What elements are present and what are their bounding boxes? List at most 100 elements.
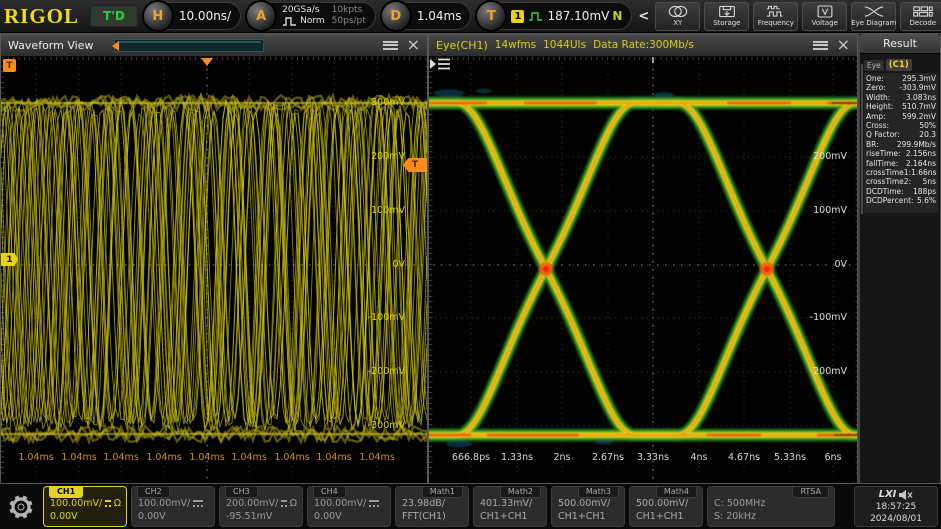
waveform-view-header: Waveform View × [1, 34, 427, 57]
storage-icon [718, 5, 735, 18]
channel-card-ch2[interactable]: CH2 100.00mV/ 0.00V [131, 486, 215, 527]
wave-x-label: 1.04ms [231, 452, 267, 463]
timebase-value: 10.00ns/ [178, 9, 232, 23]
eye-uis: 1044UIs [543, 39, 587, 51]
result-scrollbar[interactable] [861, 64, 863, 214]
result-list-icon[interactable] [429, 57, 451, 71]
system-status-box: LXI 18:57:25 2024/08/01 [854, 486, 938, 527]
math-card-math2[interactable]: Math2 401.33mV/ CH1+CH1 [473, 486, 547, 527]
acquire-knob[interactable]: A [247, 2, 276, 30]
menu-label: XY [673, 19, 683, 27]
trigger-time-marker[interactable]: T [3, 59, 16, 72]
acquire-group[interactable]: A 20GSa/s Norm 10kpts 50ps/pt [246, 2, 376, 30]
measurement-label: riseTime: [866, 149, 901, 159]
math-tab[interactable]: Math3 [577, 487, 619, 498]
result-tab-channel[interactable]: (C1) [885, 59, 912, 71]
wave-x-label: 1.04ms [359, 452, 395, 463]
measurement-value: 5.6% [916, 196, 936, 206]
menu-label: Storage [713, 19, 741, 27]
waveform-close-icon[interactable]: × [407, 37, 420, 53]
menu-voltage-button[interactable]: Voltage [802, 1, 848, 31]
math-expression: CH1+CH1 [636, 511, 684, 522]
delay-group[interactable]: D 1.04ms [380, 2, 472, 30]
channel-card-ch4[interactable]: CH4 100.00mV/ 0.00V [307, 486, 391, 527]
dc-coupling-icon [281, 500, 287, 507]
preview-left-marker-icon [107, 40, 120, 51]
waveform-preview-strip[interactable] [112, 38, 265, 52]
math-expression: CH1+CH1 [558, 511, 606, 522]
eye-menu-icon[interactable] [812, 40, 828, 50]
measurement-value: 295.3mV [902, 74, 936, 83]
settings-gear-button[interactable] [3, 486, 39, 527]
impedance-label: Ω [113, 498, 121, 509]
math-tab[interactable]: Math2 [499, 487, 541, 498]
menu-frequency-button[interactable]: Frequency [753, 1, 799, 31]
math-tab[interactable]: Math4 [655, 487, 697, 498]
measurement-value: 510.7mV [902, 102, 936, 112]
measurement-label: Amp: [866, 111, 886, 121]
math-scale: 500.00mV/ [558, 498, 611, 509]
eye-close-icon[interactable]: × [837, 37, 850, 53]
measurement-label: Width: [866, 92, 891, 102]
delay-knob[interactable]: D [381, 2, 410, 30]
waveform-view-title: Waveform View [8, 38, 94, 52]
channel-card-ch3[interactable]: CH3 200.00mV/ Ω -95.51mV [219, 486, 303, 527]
result-tab-eye[interactable]: Eye [864, 59, 884, 71]
eye-y-label: 200mV [813, 151, 847, 162]
menu-xy-button[interactable]: XY [655, 1, 701, 31]
result-tabs: Eye (C1) [864, 59, 938, 71]
lxi-label: LXI [878, 488, 897, 500]
menu-label: Voltage [811, 19, 838, 27]
waveform-menu-icon[interactable] [382, 40, 398, 50]
math-card-math4[interactable]: Math4 500.00mV/ CH1+CH1 [629, 486, 703, 527]
rtsa-tab[interactable]: RTSA [792, 487, 829, 498]
voltage-icon [817, 5, 833, 18]
wave-x-label: 1.04ms [103, 452, 139, 463]
wave-x-label: 1.04ms [61, 452, 97, 463]
trigger-status-badge: T'D [90, 5, 138, 27]
channel-tab[interactable]: CH3 [225, 487, 258, 498]
wave-y-label: 300mV [371, 97, 405, 108]
math-expression: FFT(CH1) [402, 511, 446, 522]
measurement-value: 599.2mV [902, 111, 936, 121]
menu-storage-button[interactable]: Storage [704, 1, 750, 31]
measurement-value: -303.9mV [899, 83, 936, 93]
measurement-label: Height: [866, 102, 894, 112]
horizontal-knob[interactable]: H [143, 2, 172, 30]
wave-x-label: 1.04ms [189, 452, 225, 463]
math-card-math1[interactable]: Math1 23.98dB/ FFT(CH1) [395, 486, 469, 527]
math-tab[interactable]: Math1 [421, 487, 463, 498]
eye-y-label: 0V [834, 259, 847, 270]
measurement-label: Zero: [866, 83, 886, 93]
measurement-row: BR: 299.9Mb/s [864, 140, 938, 149]
menu-scroll-left[interactable]: < [637, 9, 650, 24]
channel-scale: 100.00mV/ [138, 498, 191, 509]
measurement-label: fallTime: [866, 158, 899, 168]
trigger-level-value: 187.10mV [547, 9, 610, 23]
measurement-row: riseTime: 2.156ns [864, 149, 938, 158]
channel-cards: CH1 100.00mV/ Ω 0.00V CH2 100.00mV/ 0.00… [43, 486, 391, 527]
channel-tab[interactable]: CH4 [313, 487, 346, 498]
eye-x-label: 3.33ns [636, 452, 670, 463]
measurement-label: BR: [866, 139, 879, 149]
menu-decode-button[interactable]: Decode [900, 1, 941, 31]
wave-y-label: 100mV [371, 205, 405, 216]
dc-coupling-icon [193, 500, 204, 507]
eye-x-label: 4.67ns [727, 452, 761, 463]
channel-card-ch1[interactable]: CH1 100.00mV/ Ω 0.00V [43, 486, 127, 527]
menu-eye-diagram-button[interactable]: Eye Diagram [851, 1, 896, 31]
trigger-group[interactable]: T 1 187.10mV N [476, 2, 633, 30]
channel-tab[interactable]: CH1 [49, 487, 84, 498]
result-panel: Result Eye (C1) One: 295.3mV Zero: -303.… [858, 33, 941, 484]
eye-y-label: -100mV [809, 312, 847, 323]
math-card-math3[interactable]: Math3 500.00mV/ CH1+CH1 [551, 486, 625, 527]
channel-tab[interactable]: CH2 [137, 487, 170, 498]
measurement-row: Cross: 50% [864, 121, 938, 130]
horizontal-group[interactable]: H 10.00ns/ [142, 2, 242, 30]
trigger-knob[interactable]: T [477, 2, 506, 30]
rtsa-card[interactable]: RTSA C: 500MHz S: 20kHz [707, 486, 835, 527]
channel1-offset-marker[interactable]: 1 [1, 253, 18, 266]
dc-coupling-icon [105, 500, 111, 507]
memory-depth: 10kpts [331, 5, 363, 15]
gear-icon [9, 495, 33, 518]
